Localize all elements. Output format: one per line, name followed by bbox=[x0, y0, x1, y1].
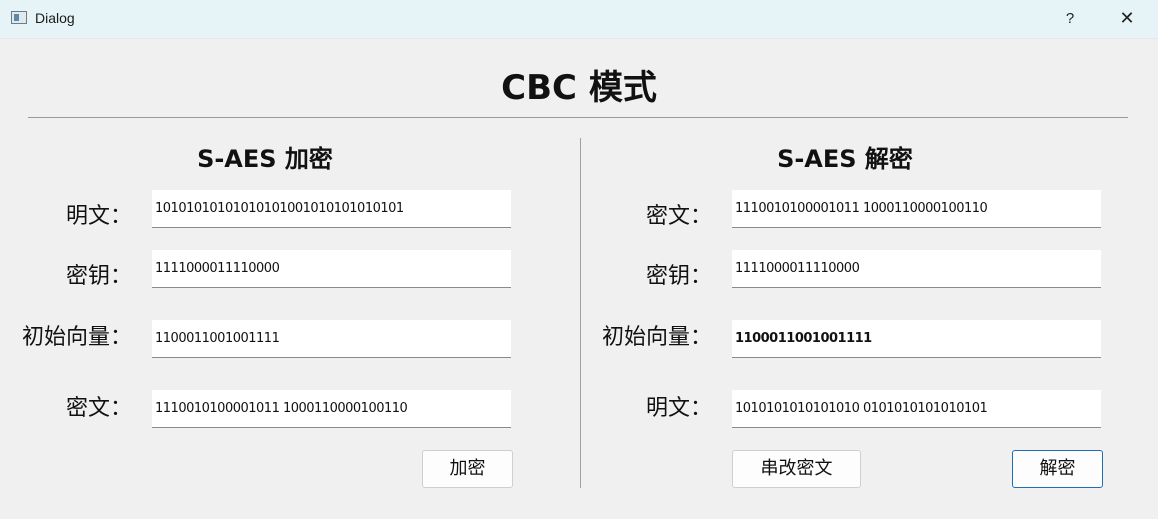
page-title: CBC 模式 bbox=[501, 68, 657, 108]
window-title: Dialog bbox=[35, 10, 75, 26]
decrypt-ciphertext-label: 密文： bbox=[645, 204, 712, 229]
app-window-icon bbox=[11, 11, 27, 24]
decrypt-button[interactable]: 解密 bbox=[1012, 450, 1103, 488]
decrypt-plaintext-label: 明文： bbox=[645, 396, 712, 421]
encrypt-key-label: 密钥： bbox=[65, 264, 132, 289]
decrypt-iv-input[interactable]: 1100011001001111 bbox=[732, 320, 1101, 358]
decrypt-ciphertext-input[interactable]: 1110010100001011 1000110000100110 bbox=[732, 190, 1101, 228]
encrypt-button[interactable]: 加密 bbox=[422, 450, 513, 488]
help-button[interactable]: ? bbox=[1058, 6, 1082, 32]
section-divider bbox=[580, 138, 581, 488]
tamper-ciphertext-button[interactable]: 串改密文 bbox=[732, 450, 861, 488]
decrypt-key-label: 密钥： bbox=[645, 264, 712, 289]
title-bar: Dialog ? ✕ bbox=[0, 0, 1158, 39]
title-divider bbox=[28, 117, 1128, 118]
decrypt-key-input[interactable]: 1111000011110000 bbox=[732, 250, 1101, 288]
encrypt-iv-label: 初始向量： bbox=[21, 325, 132, 350]
decrypt-iv-label: 初始向量： bbox=[601, 325, 712, 350]
decrypt-plaintext-output[interactable]: 1010101010101010 0101010101010101 bbox=[732, 390, 1101, 428]
encrypt-plaintext-label: 明文： bbox=[65, 204, 132, 229]
encrypt-ciphertext-label: 密文： bbox=[65, 396, 132, 421]
encrypt-key-input[interactable]: 1111000011110000 bbox=[152, 250, 511, 288]
encrypt-ciphertext-output[interactable]: 1110010100001011 1000110000100110 bbox=[152, 390, 511, 428]
encrypt-section-title: S-AES 加密 bbox=[197, 145, 333, 173]
encrypt-iv-input[interactable]: 1100011001001111 bbox=[152, 320, 511, 358]
decrypt-section-title: S-AES 解密 bbox=[777, 145, 913, 173]
close-icon[interactable]: ✕ bbox=[1112, 6, 1142, 32]
encrypt-plaintext-input[interactable]: 10101010101010101001010101010101 bbox=[152, 190, 511, 228]
